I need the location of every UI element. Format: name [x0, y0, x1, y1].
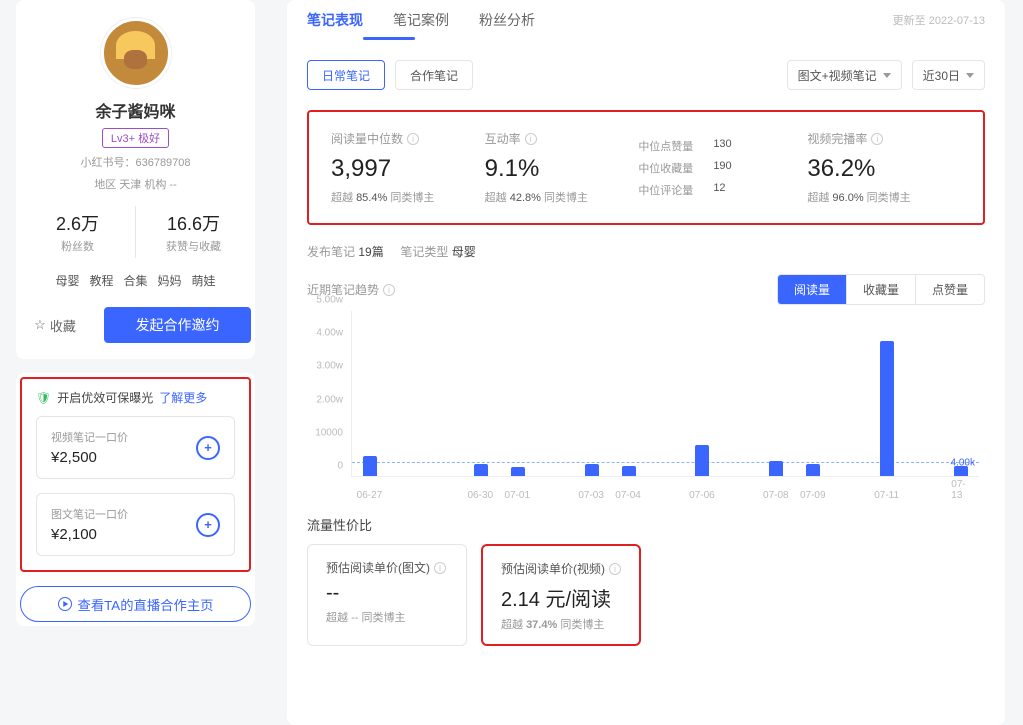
tag[interactable]: 萌娃	[192, 272, 216, 289]
chart-bar[interactable]	[769, 461, 783, 476]
info-icon[interactable]: i	[407, 133, 419, 145]
chart-bar[interactable]	[622, 466, 636, 476]
info-icon[interactable]: i	[871, 133, 883, 145]
promo-card: 🛡 开启优效可保曝光 了解更多 视频笔记一口价 ¥2,500 + 图文笔记一口价…	[16, 373, 255, 626]
info-icon[interactable]: i	[609, 563, 621, 575]
seg-fav[interactable]: 收藏量	[846, 275, 915, 304]
favorite-button[interactable]: ☆ 收藏	[20, 307, 90, 343]
info-icon[interactable]: i	[525, 133, 537, 145]
chart-bar[interactable]	[511, 467, 525, 476]
profile-nickname: 余子酱妈咪	[95, 98, 175, 122]
note-type-select[interactable]: 图文+视频笔记	[787, 60, 902, 90]
chart-bar[interactable]	[363, 456, 377, 476]
seg-read[interactable]: 阅读量	[778, 275, 846, 304]
tag[interactable]: 妈妈	[158, 272, 182, 289]
learn-more-link[interactable]: 了解更多	[159, 389, 207, 406]
tag[interactable]: 母婴	[55, 272, 79, 289]
level-badge: Lv3+ 极好	[102, 128, 169, 148]
tab-fan-analysis[interactable]: 粉丝分析	[479, 10, 535, 30]
updated-at: 更新至 2022-07-13	[893, 12, 985, 28]
tag[interactable]: 合集	[123, 272, 147, 289]
trend-metric-segmented: 阅读量 收藏量 点赞量	[777, 274, 985, 305]
chart-bar[interactable]	[806, 464, 820, 476]
chart-bar[interactable]	[880, 341, 894, 476]
promo-title: 开启优效可保曝光	[57, 389, 153, 406]
chart-bar[interactable]	[585, 464, 599, 476]
note-meta: 发布笔记 19篇 笔记类型 母婴	[307, 243, 985, 260]
filter-daily-notes[interactable]: 日常笔记	[307, 60, 385, 90]
add-video-price-button[interactable]: +	[196, 436, 220, 460]
play-icon	[58, 597, 72, 611]
trend-chart: 0100002.00w3.00w4.00w5.00w 4.00k 06-2706…	[307, 311, 985, 501]
kpi-summary: 阅读量中位数i 3,997 超越 85.4% 同类博主 互动率i 9.1% 超越…	[307, 110, 985, 225]
roi-imgtxt: 预估阅读单价(图文)i -- 超越 -- 同类博主	[307, 544, 467, 646]
price-video: 视频笔记一口价 ¥2,500 +	[36, 416, 235, 479]
profile-id: 小红书号：636789708	[80, 154, 190, 170]
star-icon: ☆	[34, 317, 46, 333]
info-icon[interactable]: i	[383, 284, 395, 296]
profile-location: 地区 天津 机构 --	[94, 176, 177, 192]
filter-coop-notes[interactable]: 合作笔记	[395, 60, 473, 90]
chart-bar[interactable]	[695, 445, 709, 476]
shield-icon: 🛡	[36, 391, 51, 405]
profile-tags: 母婴 教程 合集 妈妈 萌娃	[55, 272, 215, 289]
invite-button[interactable]: 发起合作邀约	[104, 307, 251, 343]
profile-card: 余子酱妈咪 Lv3+ 极好 小红书号：636789708 地区 天津 机构 --…	[16, 0, 255, 359]
price-imgtxt: 图文笔记一口价 ¥2,100 +	[36, 493, 235, 556]
tab-note-performance[interactable]: 笔记表现	[307, 10, 363, 30]
main-tabs: 笔记表现 笔记案例 粉丝分析 更新至 2022-07-13	[307, 0, 985, 40]
date-range-select[interactable]: 近30日	[912, 60, 985, 90]
chart-bar[interactable]	[954, 466, 968, 476]
seg-like[interactable]: 点赞量	[915, 275, 984, 304]
add-imgtxt-price-button[interactable]: +	[196, 513, 220, 537]
roi-video: 预估阅读单价(视频)i 2.14 元/阅读 超越 37.4% 同类博主	[481, 544, 641, 646]
roi-section-title: 流量性价比	[307, 515, 985, 534]
tab-note-cases[interactable]: 笔记案例	[393, 10, 449, 30]
view-live-button[interactable]: 查看TA的直播合作主页	[20, 586, 251, 622]
chart-bar[interactable]	[474, 464, 488, 476]
info-icon[interactable]: i	[434, 562, 446, 574]
avatar[interactable]	[101, 18, 171, 88]
tag[interactable]: 教程	[89, 272, 113, 289]
counter-fans: 2.6万 粉丝数	[20, 206, 135, 258]
counter-likes: 16.6万 获赞与收藏	[135, 206, 251, 258]
